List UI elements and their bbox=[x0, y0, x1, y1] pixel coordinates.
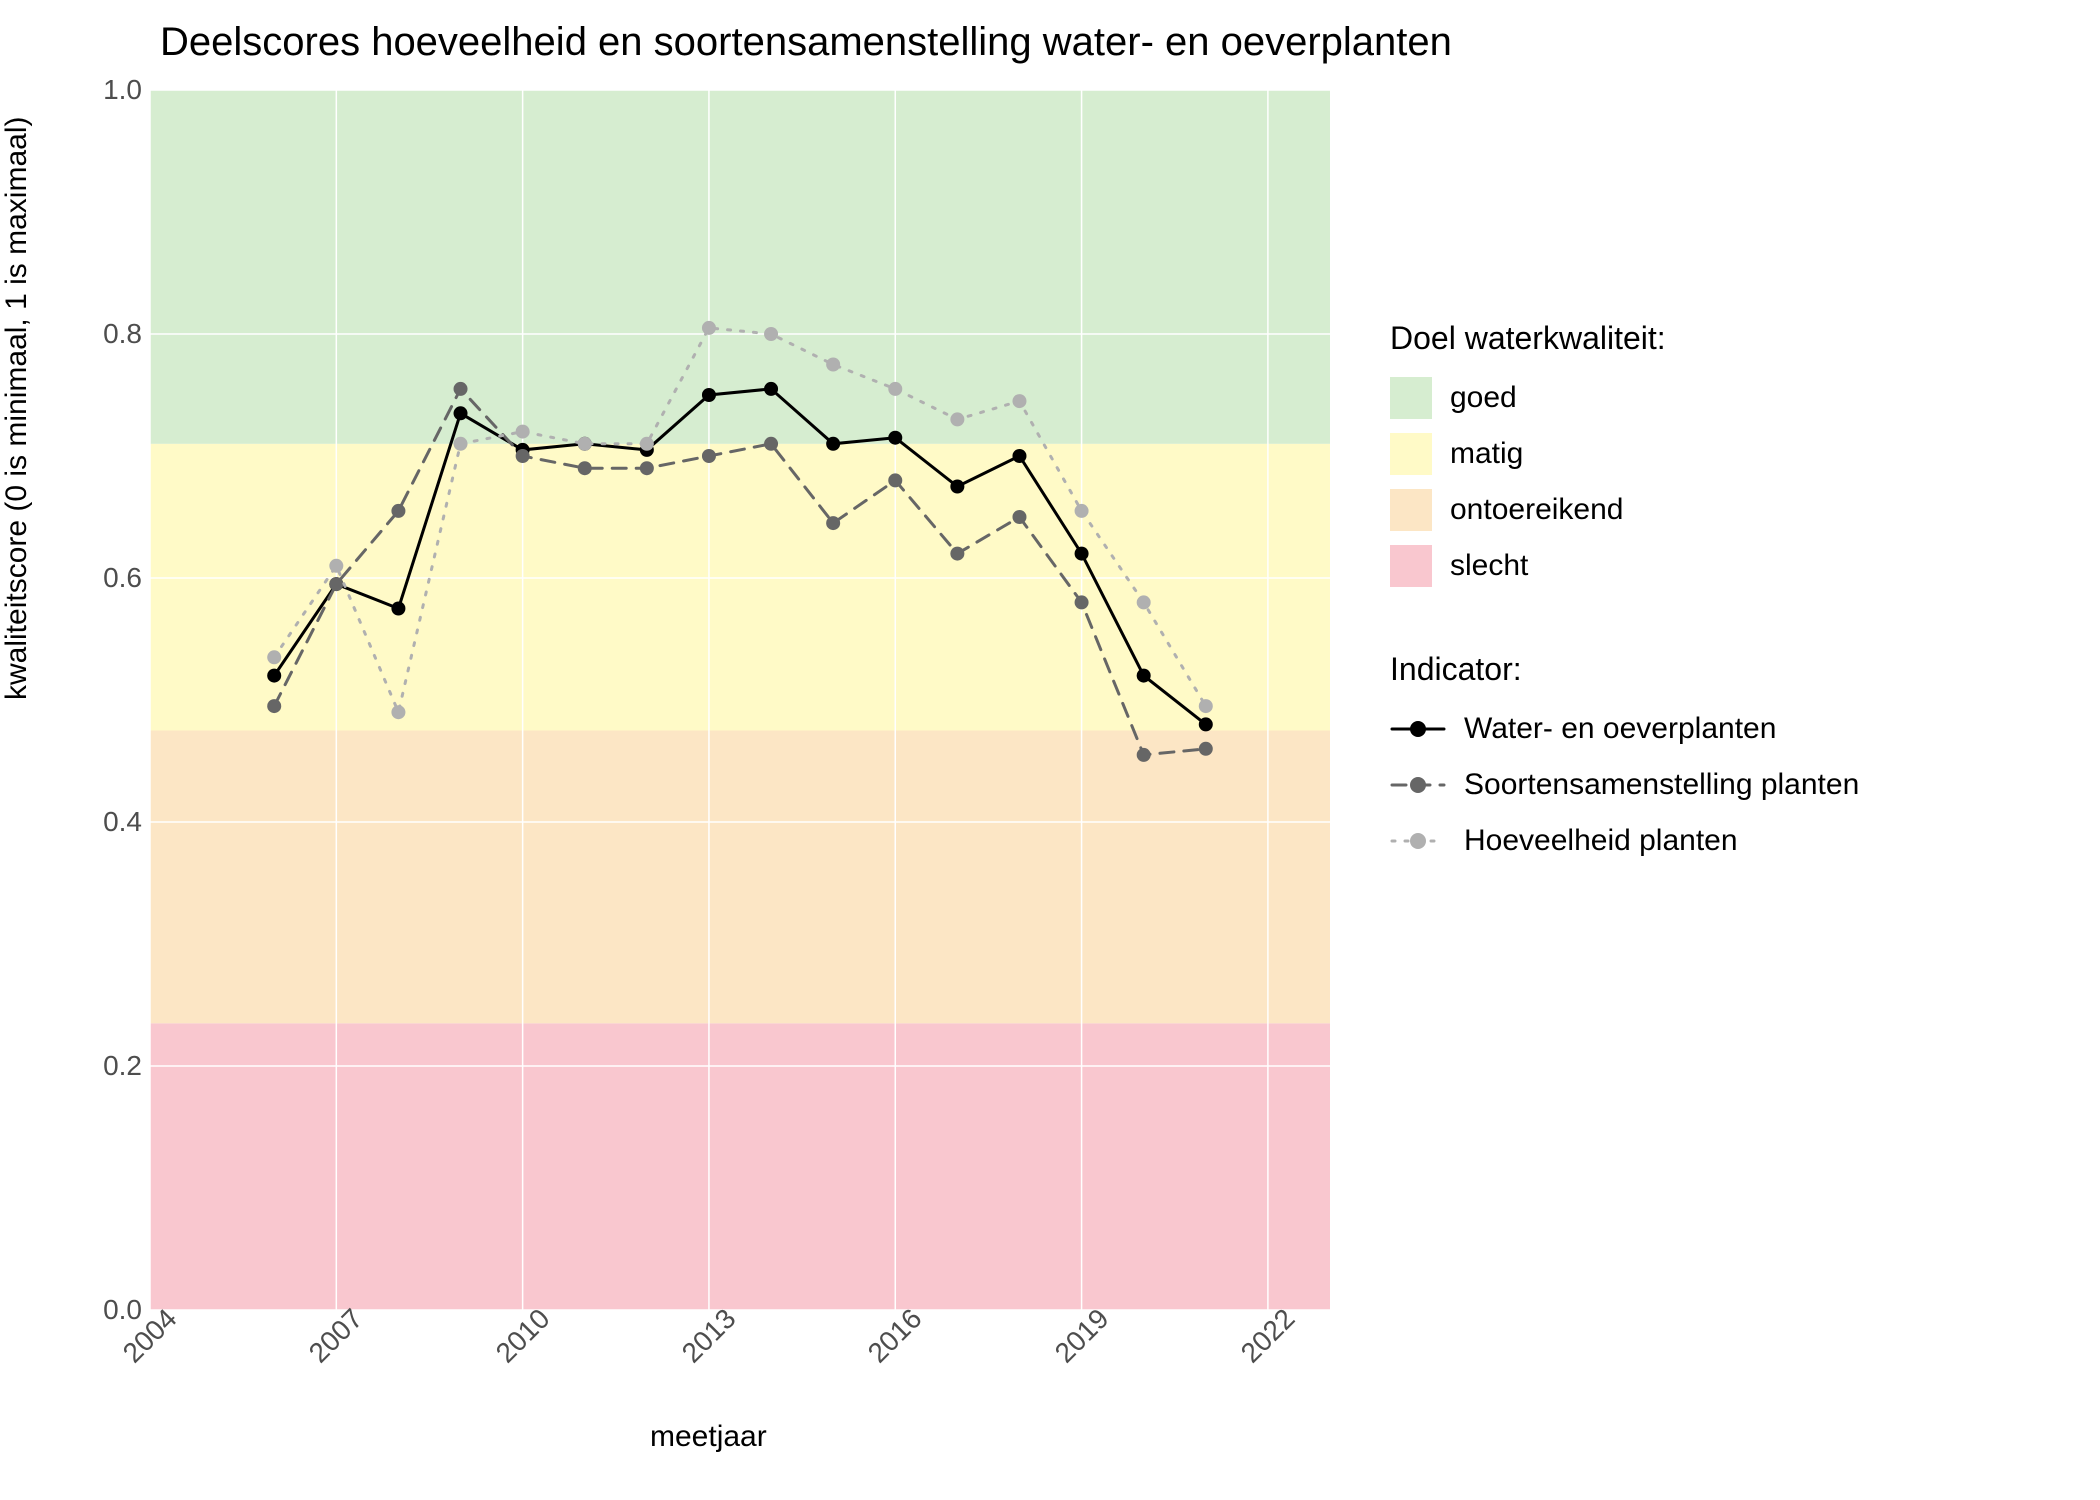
y-tick-label: 0.4 bbox=[103, 806, 142, 838]
chart: Deelscores hoeveelheid en soortensamenst… bbox=[10, 20, 2090, 1480]
legend-item-band: ontoereikend bbox=[1390, 489, 2070, 531]
series-point bbox=[702, 388, 716, 402]
series-point bbox=[764, 327, 778, 341]
series-point bbox=[1199, 699, 1213, 713]
legend-label: slecht bbox=[1450, 549, 1528, 583]
x-tick-label: 2010 bbox=[489, 1303, 556, 1370]
legend-swatch bbox=[1390, 489, 1432, 531]
x-tick-label: 2019 bbox=[1048, 1303, 1115, 1370]
legend-item-band: goed bbox=[1390, 377, 2070, 419]
series-point bbox=[454, 382, 468, 396]
legend-item-series: Hoeveelheid planten bbox=[1390, 820, 2070, 862]
legend-label: matig bbox=[1450, 437, 1523, 471]
series-point bbox=[516, 449, 530, 463]
legend-swatch bbox=[1390, 545, 1432, 587]
legend-line-sample bbox=[1390, 708, 1446, 750]
series-point bbox=[578, 461, 592, 475]
series-point bbox=[454, 406, 468, 420]
legend-label: Soortensamenstelling planten bbox=[1464, 768, 1859, 802]
series-point bbox=[1137, 669, 1151, 683]
legend-line-sample bbox=[1390, 820, 1446, 862]
legend-label: ontoereikend bbox=[1450, 493, 1623, 527]
quality-band-matig bbox=[150, 444, 1330, 731]
legend-label: Hoeveelheid planten bbox=[1464, 824, 1738, 858]
legend-item-series: Soortensamenstelling planten bbox=[1390, 764, 2070, 806]
series-point bbox=[578, 437, 592, 451]
y-tick-label: 1.0 bbox=[103, 74, 142, 106]
series-point bbox=[1012, 449, 1026, 463]
legend-title-bands: Doel waterkwaliteit: bbox=[1390, 320, 2070, 357]
x-tick-label: 2022 bbox=[1235, 1303, 1302, 1370]
legend-swatch bbox=[1390, 433, 1432, 475]
series-point bbox=[516, 425, 530, 439]
legend-item-band: slecht bbox=[1390, 545, 2070, 587]
x-axis-label: meetjaar bbox=[650, 1420, 767, 1454]
legend-item-band: matig bbox=[1390, 433, 2070, 475]
legend-swatch bbox=[1390, 377, 1432, 419]
series-point bbox=[1012, 510, 1026, 524]
series-point bbox=[702, 449, 716, 463]
series-point bbox=[267, 699, 281, 713]
legend-label: Water- en oeverplanten bbox=[1464, 712, 1776, 746]
series-point bbox=[1137, 595, 1151, 609]
series-point bbox=[640, 461, 654, 475]
y-tick-label: 0.6 bbox=[103, 562, 142, 594]
series-point bbox=[950, 412, 964, 426]
series-point bbox=[950, 480, 964, 494]
quality-band-ontoereikend bbox=[150, 731, 1330, 1024]
series-point bbox=[391, 705, 405, 719]
x-tick-label: 2007 bbox=[303, 1303, 370, 1370]
y-tick-label: 0.8 bbox=[103, 318, 142, 350]
legend: Doel waterkwaliteit: goed matig ontoereike… bbox=[1390, 320, 2070, 876]
series-point bbox=[1012, 394, 1026, 408]
y-tick-label: 0.0 bbox=[103, 1294, 142, 1326]
series-point bbox=[826, 437, 840, 451]
legend-title-series: Indicator: bbox=[1390, 651, 2070, 688]
series-point bbox=[1075, 595, 1089, 609]
y-axis-label: kwaliteitscore (0 is minimaal, 1 is maxi… bbox=[0, 117, 34, 700]
legend-label: goed bbox=[1450, 381, 1517, 415]
plot-svg bbox=[150, 90, 1330, 1310]
y-axis: 0.00.20.40.60.81.0 bbox=[90, 90, 150, 1310]
legend-item-series: Water- en oeverplanten bbox=[1390, 708, 2070, 750]
x-tick-label: 2013 bbox=[676, 1303, 743, 1370]
x-axis: 2004200720102013201620192022 bbox=[150, 1310, 1330, 1410]
series-point bbox=[1199, 742, 1213, 756]
series-point bbox=[391, 504, 405, 518]
legend-line-sample bbox=[1390, 764, 1446, 806]
series-point bbox=[888, 473, 902, 487]
series-point bbox=[888, 382, 902, 396]
series-point bbox=[267, 669, 281, 683]
series-point bbox=[1199, 717, 1213, 731]
series-point bbox=[764, 382, 778, 396]
y-tick-label: 0.2 bbox=[103, 1050, 142, 1082]
series-point bbox=[888, 431, 902, 445]
series-point bbox=[1075, 504, 1089, 518]
series-point bbox=[454, 437, 468, 451]
series-point bbox=[764, 437, 778, 451]
series-point bbox=[329, 577, 343, 591]
chart-title: Deelscores hoeveelheid en soortensamenst… bbox=[160, 20, 1452, 65]
series-point bbox=[826, 516, 840, 530]
x-tick-label: 2016 bbox=[862, 1303, 929, 1370]
series-point bbox=[950, 547, 964, 561]
series-point bbox=[826, 358, 840, 372]
series-point bbox=[267, 650, 281, 664]
series-point bbox=[702, 321, 716, 335]
series-point bbox=[1075, 547, 1089, 561]
series-point bbox=[391, 602, 405, 616]
series-point bbox=[640, 437, 654, 451]
series-point bbox=[1137, 748, 1151, 762]
plot-area bbox=[150, 90, 1330, 1310]
series-point bbox=[329, 559, 343, 573]
